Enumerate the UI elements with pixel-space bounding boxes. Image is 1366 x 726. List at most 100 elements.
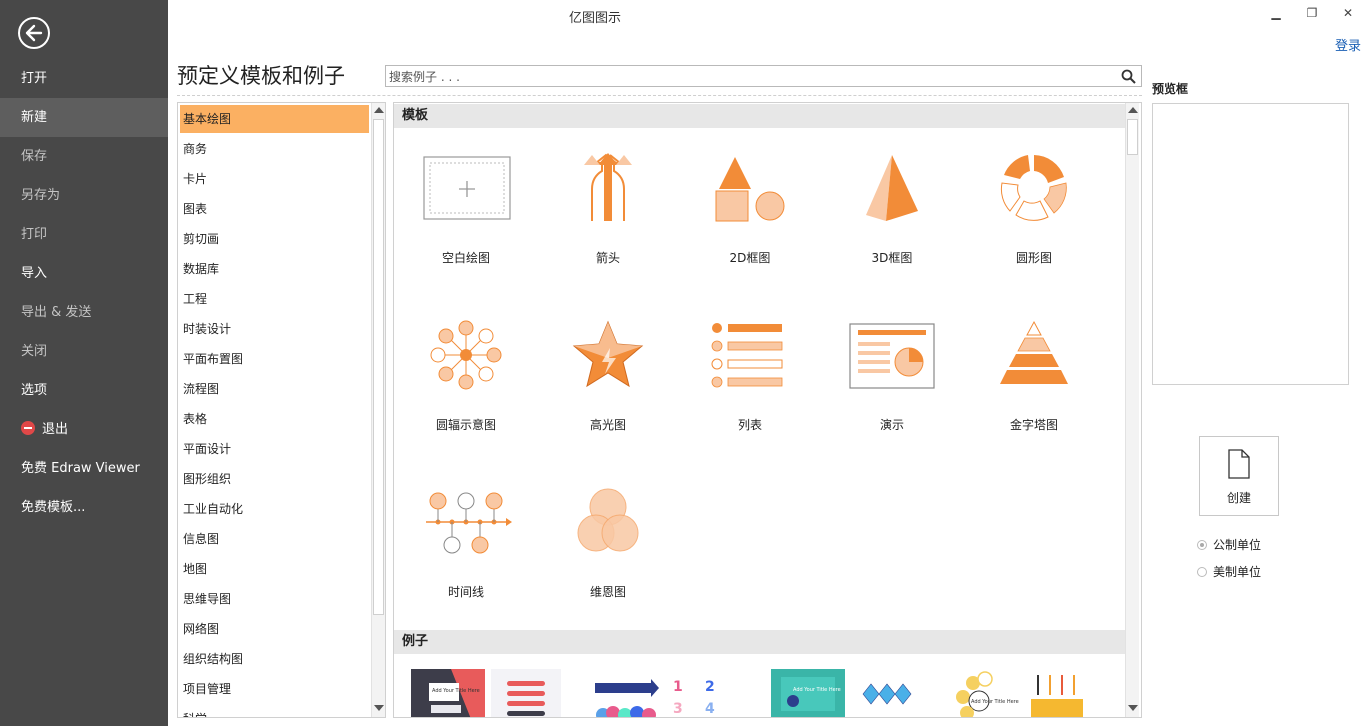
- template-label: 金字塔图: [1009, 418, 1058, 432]
- template-tile[interactable]: 维恩图: [537, 487, 679, 637]
- new-file-icon: [1228, 449, 1250, 479]
- nav-save-as[interactable]: 另存为: [0, 176, 168, 215]
- nav-exit[interactable]: 退出: [0, 410, 168, 449]
- template-tile[interactable]: 2D框图: [679, 153, 821, 303]
- template-label: 演示: [879, 418, 904, 432]
- example-preview-image: 1 2 3 4: [591, 669, 741, 717]
- minimize-button[interactable]: ▁: [1264, 2, 1288, 24]
- template-label: 3D框图: [871, 251, 913, 265]
- category-item[interactable]: 流程图: [180, 375, 369, 403]
- category-item[interactable]: 地图: [180, 555, 369, 583]
- create-label: 创建: [1226, 491, 1251, 505]
- login-link[interactable]: 登录: [1335, 35, 1361, 54]
- category-item[interactable]: 图表: [180, 195, 369, 223]
- category-item[interactable]: 思维导图: [180, 585, 369, 613]
- template-tile[interactable]: 圆辐示意图: [395, 320, 537, 470]
- category-item[interactable]: 基本绘图: [180, 105, 369, 133]
- category-item[interactable]: 数据库: [180, 255, 369, 283]
- nav-exit-label: 退出: [42, 422, 69, 437]
- radio-checked-icon: [1197, 540, 1207, 550]
- nav-import[interactable]: 导入: [0, 254, 168, 293]
- category-item[interactable]: 剪切画: [180, 225, 369, 253]
- nav-print[interactable]: 打印: [0, 215, 168, 254]
- 2d-block-icon: [715, 157, 785, 222]
- 3d-block-icon: [866, 155, 918, 221]
- category-item[interactable]: 科学: [180, 705, 369, 717]
- category-item[interactable]: 卡片: [180, 165, 369, 193]
- category-scrollbar[interactable]: [371, 103, 385, 717]
- category-list: 基本绘图 商务 卡片 图表 剪切画 数据库 工程 时装设计 平面布置图 流程图 …: [177, 102, 386, 718]
- nav-edraw-viewer[interactable]: 免费 Edraw Viewer: [0, 449, 168, 488]
- close-button[interactable]: ✕: [1336, 2, 1360, 24]
- category-item[interactable]: 平面布置图: [180, 345, 369, 373]
- template-label: 高光图: [589, 418, 626, 432]
- example-thumbnail[interactable]: Add Your Title Here: [951, 669, 1101, 717]
- nav-options[interactable]: 选项: [0, 371, 168, 410]
- restore-button[interactable]: ❐: [1300, 2, 1324, 24]
- create-button[interactable]: 创建: [1199, 436, 1279, 516]
- template-tile[interactable]: 圆形图: [963, 153, 1105, 303]
- templates-panel: 模板 空白绘图 箭头 2D框图 3D框图 圆形图 圆辐示意图 高光图 列表 演示…: [393, 102, 1142, 718]
- template-tile[interactable]: 箭头: [537, 153, 679, 303]
- example-thumb-text: 4: [705, 701, 715, 717]
- circle-chart-icon: [1000, 155, 1067, 221]
- timeline-icon: [426, 492, 512, 554]
- example-thumb-text: Add Your Title Here: [971, 699, 1019, 705]
- example-thumbnail[interactable]: 1 2 3 4: [591, 669, 741, 717]
- radio-label: 公制单位: [1213, 538, 1262, 552]
- template-tile[interactable]: 列表: [679, 320, 821, 470]
- presentation-icon: [849, 323, 935, 389]
- list-icon: [711, 323, 783, 388]
- category-item[interactable]: 时装设计: [180, 315, 369, 343]
- nav-new[interactable]: 新建: [0, 98, 168, 137]
- category-item[interactable]: 组织结构图: [180, 645, 369, 673]
- nav-save[interactable]: 保存: [0, 137, 168, 176]
- window-title: 亿图图示: [568, 11, 621, 26]
- example-thumbnail[interactable]: Add Your Title Here: [771, 669, 921, 717]
- scroll-thumb[interactable]: [1127, 119, 1138, 155]
- example-preview-image: Add Your Title Here: [411, 669, 561, 717]
- us-units-radio[interactable]: 美制单位: [1197, 563, 1261, 580]
- category-item[interactable]: 表格: [180, 405, 369, 433]
- scroll-up-icon[interactable]: [1128, 107, 1138, 113]
- template-tile[interactable]: 金字塔图: [963, 320, 1105, 470]
- scroll-down-icon[interactable]: [374, 705, 384, 711]
- category-item[interactable]: 商务: [180, 135, 369, 163]
- scroll-thumb[interactable]: [373, 119, 384, 615]
- template-tile[interactable]: 空白绘图: [395, 153, 537, 303]
- template-tile[interactable]: 高光图: [537, 320, 679, 470]
- metric-units-radio[interactable]: 公制单位: [1197, 536, 1261, 553]
- templates-scrollbar[interactable]: [1125, 103, 1139, 717]
- category-item[interactable]: 工业自动化: [180, 495, 369, 523]
- category-item[interactable]: 图形组织: [180, 465, 369, 493]
- nav-open[interactable]: 打开: [0, 59, 168, 98]
- category-item[interactable]: 工程: [180, 285, 369, 313]
- template-label: 圆辐示意图: [435, 418, 496, 432]
- example-thumbnail[interactable]: Add Your Title Here: [411, 669, 561, 717]
- template-tile[interactable]: 时间线: [395, 487, 537, 637]
- search-input[interactable]: [386, 67, 1089, 87]
- category-item[interactable]: 信息图: [180, 525, 369, 553]
- category-item[interactable]: 项目管理: [180, 675, 369, 703]
- search-icon[interactable]: [1121, 69, 1136, 84]
- example-preview-image: Add Your Title Here: [771, 669, 921, 717]
- pyramid-icon: [1000, 320, 1068, 384]
- category-item[interactable]: 网络图: [180, 615, 369, 643]
- example-thumb-text: 1: [673, 679, 683, 695]
- template-tile[interactable]: 3D框图: [821, 153, 963, 303]
- radio-unchecked-icon: [1197, 567, 1207, 577]
- examples-section-title: 例子: [394, 630, 1125, 654]
- scroll-up-icon[interactable]: [374, 107, 384, 113]
- nav-export-send[interactable]: 导出 & 发送: [0, 293, 168, 332]
- template-label: 时间线: [447, 585, 484, 599]
- category-item[interactable]: 平面设计: [180, 435, 369, 463]
- nav-close[interactable]: 关闭: [0, 332, 168, 371]
- template-tile[interactable]: 演示: [821, 320, 963, 470]
- highlight-star-icon: [572, 320, 644, 388]
- template-label: 箭头: [595, 251, 620, 265]
- search-box: [385, 65, 1142, 87]
- scroll-down-icon[interactable]: [1128, 705, 1138, 711]
- template-label: 空白绘图: [441, 251, 490, 265]
- example-thumb-text: 3: [673, 701, 683, 717]
- nav-free-templates[interactable]: 免费模板...: [0, 488, 168, 527]
